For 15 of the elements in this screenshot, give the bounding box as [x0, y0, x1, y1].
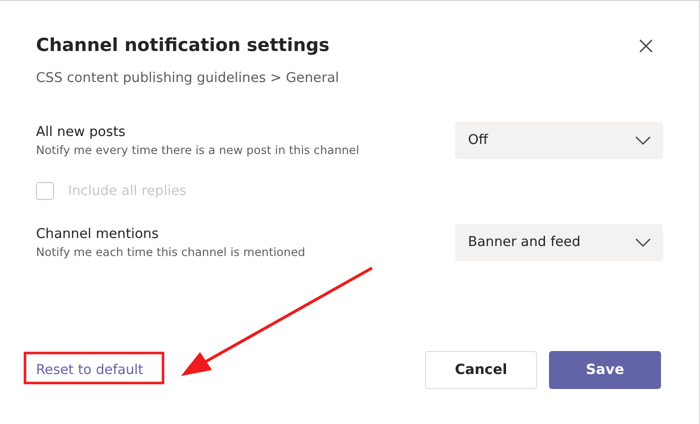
setting-description: Notify me every time there is a new post in this channel [36, 142, 360, 156]
close-icon[interactable] [639, 38, 653, 52]
checkbox-label: Include all replies [68, 183, 186, 199]
dropdown[interactable]: Off [455, 122, 663, 158]
dropdown[interactable]: Banner and feed [455, 224, 663, 260]
setting-label: All new posts [36, 124, 126, 140]
setting-description: Notify me each time this channel is mentioned [36, 244, 306, 258]
reset-link[interactable]: Reset to default [36, 362, 144, 378]
setting-label: Channel mentions [36, 226, 160, 242]
save-button[interactable]: Save [549, 351, 661, 389]
chevron-down-icon [635, 136, 651, 144]
cancel-button[interactable]: Cancel [425, 351, 537, 389]
chevron-down-icon [635, 238, 651, 246]
dialog-title: Channel notification settings [36, 35, 330, 56]
channel-breadcrumb: CSS content publishing guidelines > General [36, 70, 340, 86]
